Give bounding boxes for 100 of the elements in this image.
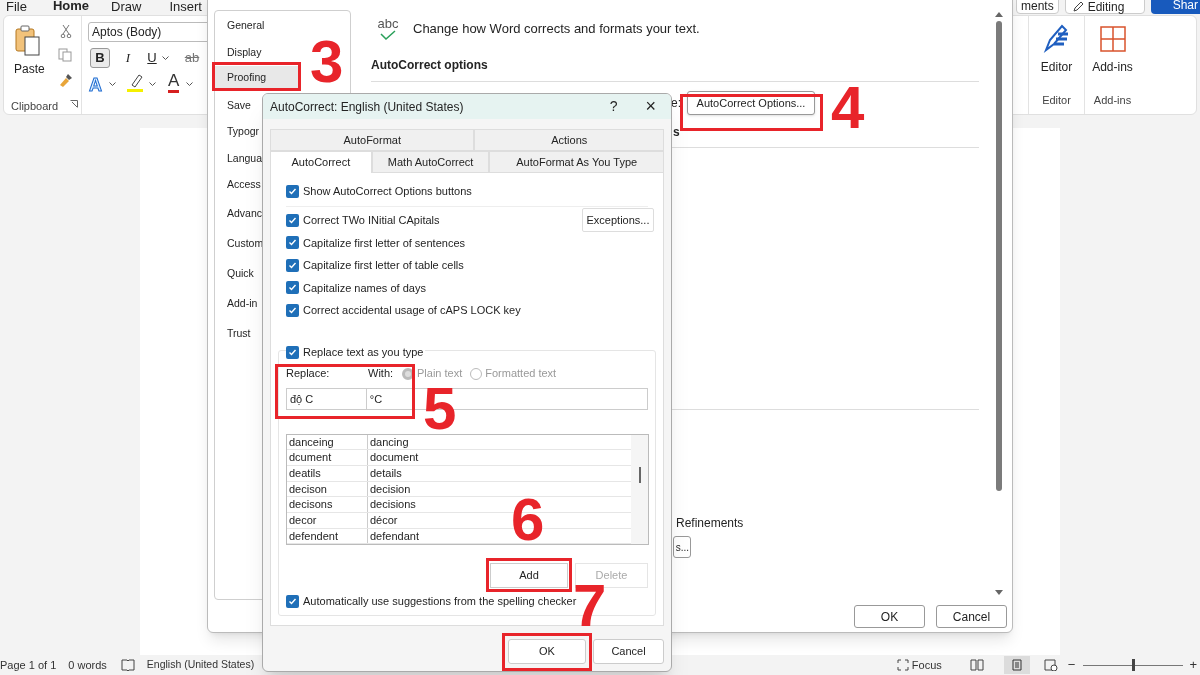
zoom-out-button[interactable]: − bbox=[1067, 655, 1076, 675]
table-cell-text: décor bbox=[369, 512, 398, 528]
checkbox-label: Correct accidental usage of cAPS LOCK key bbox=[303, 303, 521, 318]
nav-item[interactable]: Advanc bbox=[227, 205, 263, 220]
ribbon-button-label[interactable]: Editor bbox=[1040, 58, 1073, 76]
book-icon[interactable] bbox=[120, 659, 135, 671]
nav-item[interactable]: Langua bbox=[227, 150, 263, 165]
group-label: Clipboard bbox=[11, 99, 59, 114]
ok-button[interactable]: OK bbox=[508, 639, 586, 664]
step-number: 3 bbox=[310, 40, 344, 84]
dialog-tab[interactable]: AutoCorrect bbox=[270, 151, 372, 173]
focus-icon bbox=[896, 659, 909, 671]
dialog-tab[interactable]: AutoFormat bbox=[270, 129, 475, 151]
exceptions-button[interactable]: Exceptions... bbox=[582, 208, 654, 233]
font-color-button[interactable]: A bbox=[168, 72, 180, 93]
table-cell: defendent bbox=[287, 528, 368, 544]
table-cell: deatils bbox=[287, 465, 368, 481]
format-button[interactable]: U bbox=[142, 48, 162, 68]
grid-icon[interactable] bbox=[1097, 24, 1128, 54]
zoom-slider-thumb[interactable] bbox=[1131, 659, 1135, 671]
dialog-tab[interactable]: Math AutoCorrect bbox=[371, 151, 490, 173]
intro-text: Change how Word corrects and formats your text. bbox=[413, 19, 700, 38]
comments-button[interactable]: ments bbox=[1016, 0, 1059, 14]
paste-icon[interactable] bbox=[14, 25, 42, 57]
menu-tab[interactable]: File bbox=[6, 0, 27, 17]
section-heading: s bbox=[673, 124, 680, 141]
section-heading: AutoCorrect options bbox=[371, 57, 489, 74]
checkbox[interactable] bbox=[286, 303, 299, 317]
nav-item[interactable]: Proofing bbox=[215, 66, 299, 91]
share-button[interactable]: Shar bbox=[1150, 0, 1200, 14]
nav-item[interactable]: Typogr bbox=[227, 124, 260, 139]
print-layout-button[interactable] bbox=[1003, 656, 1030, 674]
zoom-in-button[interactable]: + bbox=[1189, 655, 1197, 675]
scissors-icon[interactable] bbox=[60, 24, 72, 38]
checkbox[interactable] bbox=[286, 184, 299, 198]
checkbox[interactable] bbox=[286, 213, 299, 227]
radio-button[interactable] bbox=[470, 367, 483, 380]
chevron-icon[interactable] bbox=[109, 82, 116, 87]
highlighter-icon[interactable] bbox=[126, 73, 144, 93]
ribbon-button-label[interactable]: Add-ins bbox=[1092, 58, 1133, 76]
icon-text: abc bbox=[377, 17, 399, 30]
scrollbar-thumb[interactable] bbox=[638, 466, 641, 483]
brush-icon[interactable] bbox=[58, 72, 74, 88]
scrollbar-thumb[interactable] bbox=[996, 21, 1002, 491]
nav-item[interactable]: Custom bbox=[227, 235, 264, 250]
chevron-icon[interactable] bbox=[149, 82, 156, 87]
table-cell-text: dancing bbox=[369, 434, 409, 450]
nav-item[interactable]: Save bbox=[227, 97, 251, 112]
format-button[interactable]: B bbox=[90, 48, 110, 68]
checkbox[interactable] bbox=[286, 595, 299, 608]
checkbox[interactable] bbox=[286, 346, 299, 359]
table-cell-text: decisions bbox=[369, 497, 416, 512]
option-label: e: bbox=[671, 95, 681, 112]
table-cell-text: defendant bbox=[369, 528, 419, 544]
nav-item[interactable]: Add-in bbox=[227, 295, 258, 310]
table-cell-text: decision bbox=[369, 481, 411, 497]
checkbox[interactable] bbox=[286, 281, 299, 295]
scroll-down-icon[interactable] bbox=[995, 590, 1003, 596]
editing-button[interactable]: Editing bbox=[1064, 0, 1145, 14]
checkbox[interactable] bbox=[286, 236, 299, 250]
step-number: 6 bbox=[511, 498, 545, 542]
dialog-tab[interactable]: AutoFormat As You Type bbox=[489, 151, 664, 173]
close-button[interactable]: × bbox=[645, 94, 656, 120]
page-count[interactable]: Page 1 of 1 bbox=[0, 656, 57, 674]
dialog-tab[interactable]: Actions bbox=[474, 129, 664, 151]
chevron-icon[interactable] bbox=[186, 82, 193, 87]
chevron-icon[interactable] bbox=[162, 56, 169, 61]
menu-tab[interactable]: Insert bbox=[169, 0, 202, 17]
nav-item[interactable]: Display bbox=[227, 44, 262, 59]
format-button[interactable]: ab bbox=[182, 48, 202, 68]
group-label: Editor bbox=[1042, 92, 1071, 108]
checkbox[interactable] bbox=[286, 258, 299, 272]
word-count[interactable]: 0 words bbox=[68, 656, 107, 674]
table-cell: decison bbox=[287, 481, 368, 497]
format-button[interactable]: I bbox=[118, 48, 138, 68]
paste-label[interactable]: Paste bbox=[14, 60, 45, 78]
add-button[interactable]: Add bbox=[490, 562, 568, 588]
read-mode-icon[interactable] bbox=[969, 659, 984, 671]
cancel-button[interactable]: Cancel bbox=[593, 639, 664, 664]
launcher-icon[interactable] bbox=[70, 100, 78, 108]
option-label: Refinements bbox=[676, 515, 744, 532]
nav-item[interactable]: Trust bbox=[227, 325, 251, 340]
ok-button[interactable]: OK bbox=[854, 605, 925, 628]
autocorrect-options-button[interactable]: AutoCorrect Options... bbox=[687, 91, 815, 115]
table-cell-text: document bbox=[369, 450, 419, 465]
dialog-title: AutoCorrect: English (United States) bbox=[270, 98, 464, 116]
language-indicator[interactable]: English (United States) bbox=[146, 657, 255, 673]
partial-button[interactable]: s... bbox=[673, 536, 691, 558]
table-cell: danceing bbox=[287, 434, 368, 450]
replace-field[interactable]: độ C bbox=[286, 387, 367, 410]
nav-item[interactable]: Access bbox=[227, 177, 261, 192]
nav-item[interactable]: Quick bbox=[227, 265, 254, 280]
cancel-button[interactable]: Cancel bbox=[936, 605, 1007, 628]
table-cell-text: details bbox=[369, 465, 402, 481]
web-layout-icon[interactable] bbox=[1043, 659, 1058, 671]
focus-button[interactable]: Focus bbox=[896, 656, 942, 674]
scroll-up-icon[interactable] bbox=[995, 11, 1003, 17]
help-button[interactable]: ? bbox=[609, 96, 618, 117]
menu-tab[interactable]: Draw bbox=[111, 0, 142, 17]
page-icon bbox=[1011, 659, 1022, 671]
